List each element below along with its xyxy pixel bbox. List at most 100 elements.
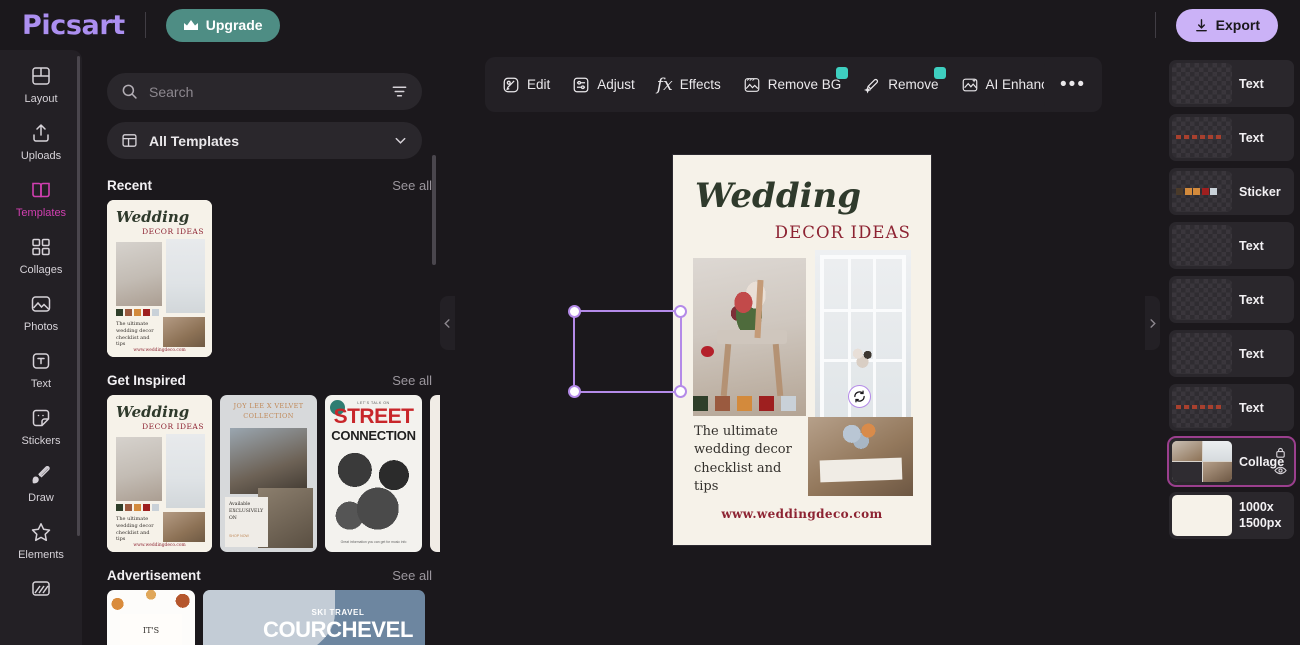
canvas-title[interactable]: Wedding — [695, 176, 861, 216]
sidebar-item-layout[interactable]: Layout — [6, 64, 76, 105]
thumb-image-window — [166, 434, 205, 508]
download-icon — [1194, 18, 1209, 33]
sticker-swatches — [1176, 188, 1217, 195]
sidebar-item-uploads[interactable]: Uploads — [6, 121, 76, 162]
rail-scrollbar[interactable] — [77, 56, 80, 536]
layer-name: Text — [1239, 346, 1264, 361]
template-card-ski[interactable]: SKI TRAVEL COURCHEVEL — [203, 590, 425, 645]
sidebar-item-text[interactable]: Text — [6, 349, 76, 390]
tool-remove[interactable]: Remove — [852, 65, 949, 105]
section-header: Recent See all — [107, 178, 432, 193]
tool-adjust[interactable]: Adjust — [561, 65, 646, 105]
layer-thumbnail — [1172, 225, 1232, 266]
street-footer: Great information you can get for music … — [340, 540, 407, 544]
filter-icon[interactable] — [391, 83, 408, 100]
divider — [144, 12, 146, 38]
layer-item[interactable]: Text — [1169, 222, 1294, 269]
layer-item-collage[interactable]: Collage — [1169, 438, 1294, 485]
sidebar-label: Templates — [15, 207, 67, 219]
canvas-subtitle[interactable]: DECOR IDEAS — [775, 223, 911, 242]
lock-icon[interactable] — [1274, 446, 1287, 459]
sidebar-item-collages[interactable]: Collages — [6, 235, 76, 276]
thumb-body: The ultimate wedding decor checklist and… — [116, 516, 154, 543]
canvas-image-chair[interactable] — [693, 258, 806, 416]
layer-item[interactable]: Text — [1169, 114, 1294, 161]
picsart-logo[interactable]: Picsart — [22, 10, 125, 41]
thumb-url: www.weddingdeco.com — [133, 543, 186, 548]
sidebar-item-photos[interactable]: Photos — [6, 292, 76, 333]
collapse-right-panel-button[interactable] — [1145, 296, 1160, 350]
tool-effects[interactable]: fx Effects — [646, 65, 732, 105]
velvet-line2: COLLECTION — [243, 411, 294, 420]
edit-icon — [502, 76, 520, 94]
sidebar-item-stickers[interactable]: Stickers — [6, 406, 76, 447]
text-icon — [29, 349, 53, 373]
collapse-left-panel-button[interactable] — [440, 296, 455, 350]
photos-icon — [29, 292, 53, 316]
thumb-subtitle: DECOR IDEAS — [142, 422, 204, 431]
section-title: Recent — [107, 178, 153, 193]
layout-icon — [29, 64, 53, 88]
layer-item[interactable]: Text — [1169, 384, 1294, 431]
see-all-recent[interactable]: See all — [392, 178, 432, 193]
tool-remove-bg[interactable]: Remove BG — [732, 65, 853, 105]
street-line2: CONNECTION — [331, 428, 416, 443]
layer-actions — [1274, 438, 1287, 485]
sidebar-item-more[interactable] — [6, 577, 76, 601]
layer-name: Text — [1239, 400, 1264, 415]
canvas-body-text[interactable]: The ultimate wedding decor checklist and… — [694, 423, 809, 497]
see-all-advertisement[interactable]: See all — [392, 568, 432, 583]
template-card[interactable]: LET'S TALK ON STREET CONNECTION Great in… — [325, 395, 422, 552]
more-options-button[interactable]: ••• — [1044, 57, 1102, 112]
stickers-icon — [29, 406, 53, 430]
export-button[interactable]: Export — [1175, 8, 1278, 42]
search-input[interactable]: Search — [107, 73, 422, 110]
rotate-handle[interactable] — [848, 385, 871, 408]
canvas-palette[interactable] — [693, 396, 796, 411]
upgrade-button[interactable]: Upgrade — [165, 8, 280, 42]
section-recent: Recent See all Wedding DECOR IDEAS The u… — [107, 178, 440, 357]
tool-edit[interactable]: Edit — [491, 65, 561, 105]
tool-label: Remove BG — [767, 77, 842, 92]
upload-icon — [29, 121, 53, 145]
thumb-url: www.weddingdeco.com — [133, 348, 186, 353]
template-card[interactable]: JOY LEE X VELVET COLLECTION Available EX… — [220, 395, 317, 552]
swatch — [715, 396, 730, 411]
eye-icon[interactable] — [1274, 464, 1287, 477]
category-dropdown[interactable]: All Templates — [107, 122, 422, 159]
draw-icon — [29, 463, 53, 487]
sidebar-item-templates[interactable]: Templates — [6, 178, 76, 219]
layer-item[interactable]: Text — [1169, 60, 1294, 107]
templates-panel: Search All Templates Recent See all Wedd… — [90, 50, 440, 645]
canvas-selected-image[interactable] — [808, 417, 913, 496]
layer-item[interactable]: Text — [1169, 330, 1294, 377]
layer-item[interactable]: Text — [1169, 276, 1294, 323]
canvas-url-text[interactable]: www.weddingdeco.com — [673, 507, 931, 521]
sidebar-item-draw[interactable]: Draw — [6, 463, 76, 504]
panel-scrollbar[interactable] — [432, 155, 436, 265]
template-card[interactable]: Wedding DECOR IDEAS The ultimate wedding… — [107, 395, 212, 552]
selection-box — [568, 305, 687, 398]
layer-item-background[interactable]: 1000x 1500px — [1169, 492, 1294, 539]
template-card[interactable]: Wedding DECOR IDEAS The ultimate wedding… — [107, 200, 212, 357]
sidebar-label: Layout — [24, 93, 58, 105]
thumb-image-bottom — [163, 317, 205, 347]
tool-label: Effects — [679, 77, 721, 92]
thumb-image-window — [166, 239, 205, 313]
velvet-image-main — [230, 428, 307, 494]
templates-icon — [29, 178, 53, 202]
sidebar-item-elements[interactable]: Elements — [6, 520, 76, 561]
see-all-inspired[interactable]: See all — [392, 373, 432, 388]
template-card-partial[interactable] — [430, 395, 440, 552]
template-card-autumn[interactable]: IT'S — [107, 590, 195, 645]
chevron-left-icon — [442, 318, 453, 329]
wedding-template-thumb-2: Wedding DECOR IDEAS The ultimate wedding… — [107, 395, 212, 552]
background-icon — [29, 577, 53, 601]
new-badge — [933, 66, 946, 79]
swatch — [693, 396, 708, 411]
layer-name: 1000x 1500px — [1239, 499, 1282, 530]
layer-name: Text — [1239, 130, 1264, 145]
design-canvas[interactable]: Wedding DECOR IDEAS The ultimate wedding… — [673, 155, 931, 545]
layer-item[interactable]: Sticker — [1169, 168, 1294, 215]
new-badge — [836, 66, 849, 79]
